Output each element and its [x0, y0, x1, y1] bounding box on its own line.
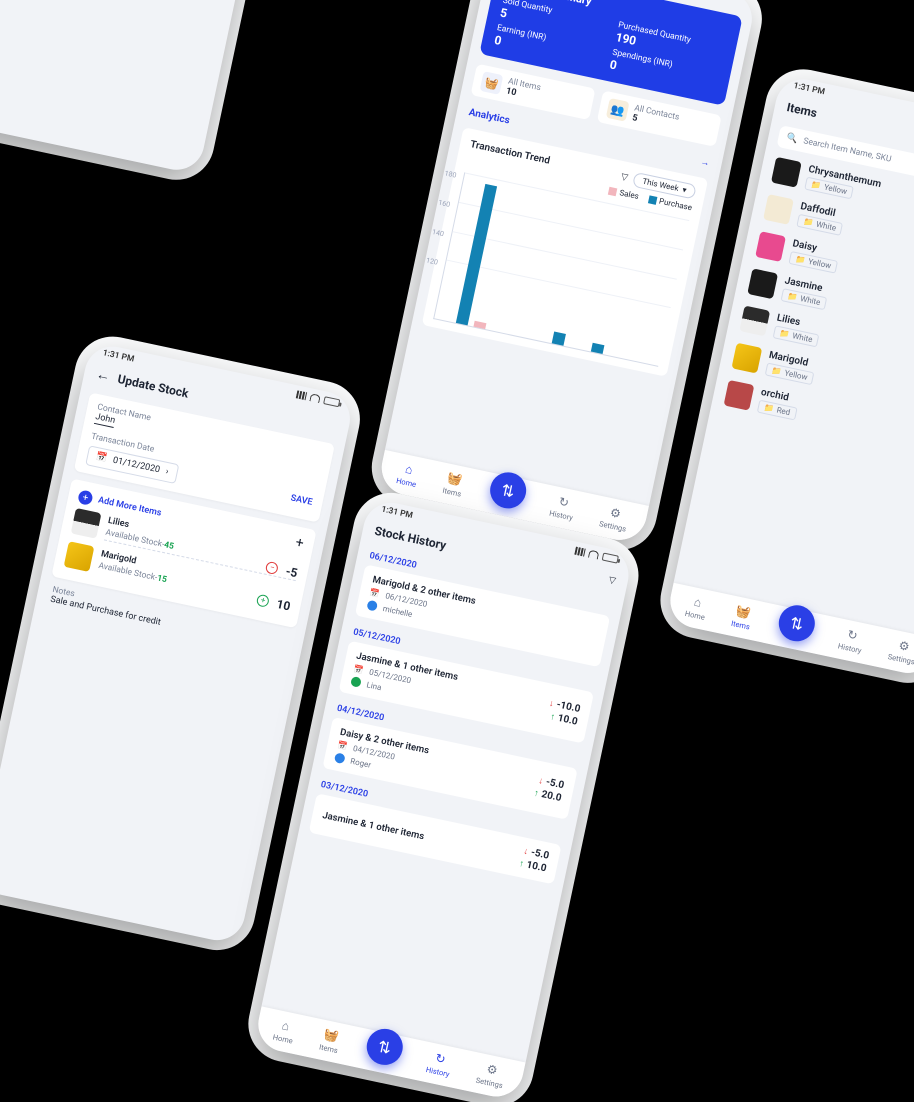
nav-settings[interactable]: ⚙Settings — [887, 635, 914, 666]
fab-transfer[interactable]: ⇅ — [363, 1026, 406, 1069]
hist-user: michelle — [382, 604, 413, 619]
avail: 15 — [156, 573, 168, 585]
wifi-icon — [309, 393, 320, 403]
hist-user: Lina — [366, 680, 383, 692]
signal-icon — [574, 547, 585, 557]
history-icon: ↻ — [431, 1049, 450, 1068]
history-icon: ↻ — [554, 493, 573, 512]
gear-icon: ⚙ — [895, 637, 914, 656]
avatar-icon — [366, 600, 378, 612]
search-icon: 🔍 — [786, 133, 799, 145]
arrow-up-icon: ↑ — [518, 859, 524, 870]
hist-title: Jasmine & 1 other items — [321, 810, 425, 842]
fab-transfer[interactable]: ⇅ — [487, 469, 530, 512]
signal-icon — [296, 390, 307, 400]
bar-purchase — [591, 343, 605, 354]
calendar-icon: 📅 — [353, 664, 365, 675]
basket-icon: 🧺 — [480, 71, 504, 95]
legend-purchase: Purchase — [658, 197, 693, 213]
avail: 45 — [163, 540, 175, 552]
page-title: Items — [786, 100, 819, 120]
save-button[interactable]: SAVE — [290, 493, 314, 507]
home-icon: ⌂ — [688, 593, 707, 612]
nav-items[interactable]: 🧺Items — [730, 602, 754, 631]
arrow-right-icon[interactable]: → — [700, 156, 711, 169]
nav-history[interactable]: ↻History — [425, 1048, 454, 1078]
home-icon: ⌂ — [400, 460, 419, 479]
bottom-nav: ⌂Home 🧺Items ⇅ ↻History ⚙Settings — [253, 1006, 525, 1101]
hist-user: Roger — [350, 756, 372, 769]
avatar-icon — [350, 676, 362, 688]
plus-icon: + — [77, 489, 94, 506]
arrow-down-icon: ↓ — [548, 699, 554, 710]
arrow-up-icon: ↑ — [533, 788, 539, 799]
gear-icon: ⚙ — [606, 504, 625, 523]
basket-icon: 🧺 — [322, 1026, 341, 1045]
ytick: 140 — [431, 228, 444, 238]
wifi-icon — [588, 550, 599, 560]
calendar-icon: 📅 — [95, 452, 108, 464]
basket-icon: 🧺 — [734, 602, 753, 621]
battery-icon — [602, 553, 619, 564]
hist-val: 10.0 — [557, 713, 579, 728]
nav-settings[interactable]: ⚙Settings — [475, 1059, 507, 1090]
ytick: 180 — [444, 169, 457, 179]
qty: -5 — [285, 564, 299, 580]
plus-icon[interactable]: + — [294, 535, 305, 552]
chevron-right-icon: › — [165, 467, 170, 477]
battery-icon — [323, 396, 340, 407]
plus-icon[interactable]: + — [256, 594, 270, 608]
nav-settings[interactable]: ⚙Settings — [598, 503, 630, 534]
hist-val: 10.0 — [525, 859, 547, 874]
history-icon: ↻ — [843, 626, 862, 645]
filter-icon[interactable]: ▽ — [620, 172, 629, 183]
nav-home[interactable]: ⌂Home — [395, 459, 420, 489]
nav-history[interactable]: ↻History — [548, 492, 577, 522]
analytics-label: Analytics — [468, 107, 511, 126]
nav-history[interactable]: ↻History — [837, 625, 866, 655]
arrow-down-icon: ↓ — [538, 776, 544, 787]
qty: 10 — [275, 597, 291, 614]
nav-home[interactable]: ⌂Home — [684, 592, 709, 622]
date-value: 01/12/2020 — [112, 456, 161, 476]
calendar-icon: 📅 — [369, 588, 381, 599]
bar-sales — [473, 321, 486, 329]
legend-swatch-sales — [608, 187, 617, 196]
item-thumb — [64, 541, 95, 572]
nav-home[interactable]: ⌂Home — [272, 1016, 297, 1046]
nav-items[interactable]: 🧺Items — [318, 1026, 342, 1055]
nav-items[interactable]: 🧺Items — [442, 469, 466, 498]
legend-sales: Sales — [619, 188, 640, 201]
contacts-icon: 👥 — [606, 98, 630, 122]
minus-icon[interactable]: − — [265, 560, 279, 574]
arrow-down-icon: ↓ — [523, 847, 529, 858]
gear-icon: ⚙ — [483, 1060, 502, 1079]
filter-icon[interactable]: ▽ — [608, 575, 617, 586]
ytick: 160 — [438, 198, 451, 208]
calendar-icon: 📅 — [337, 741, 349, 752]
hist-val: 20.0 — [540, 789, 562, 804]
back-icon[interactable]: ← — [95, 367, 112, 384]
basket-icon: 🧺 — [445, 470, 464, 489]
bar-purchase — [552, 332, 566, 346]
bottom-nav: ⌂Home 🧺Items ⇅ ↻History ⚙Settings — [665, 583, 914, 678]
hist-val: -5.0 — [530, 847, 550, 862]
ytick: 120 — [425, 257, 438, 267]
item-thumb — [71, 508, 102, 539]
arrow-up-icon: ↑ — [549, 712, 555, 723]
legend-swatch-purchase — [648, 195, 657, 204]
fab-transfer[interactable]: ⇅ — [775, 602, 818, 645]
hist-val: -5.0 — [545, 777, 565, 792]
avatar-icon — [334, 752, 346, 764]
home-icon: ⌂ — [276, 1016, 295, 1035]
